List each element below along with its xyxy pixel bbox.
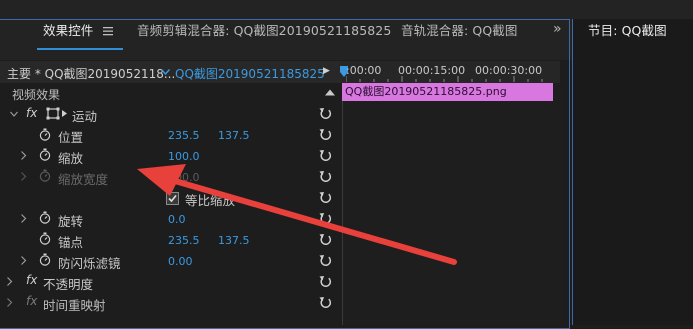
chevron-right-icon: [21, 172, 27, 181]
scale-width-value: 100.0: [168, 171, 200, 184]
reset-icon[interactable]: [319, 275, 332, 288]
tab-audio-clip-mixer[interactable]: 音频剪辑混合器: QQ截图20190521185825: [137, 20, 391, 39]
effect-timeline-area[interactable]: [342, 83, 561, 325]
effect-label-uniform-scale: 等比缩放: [185, 193, 236, 208]
ruler-ticks: [346, 76, 543, 82]
tab-audio-track-mixer[interactable]: 音轨混合器: QQ截图: [401, 20, 517, 39]
tab-program-monitor[interactable]: 节目: QQ截图: [588, 20, 667, 39]
effect-label-scale: 缩放: [58, 151, 84, 166]
position-x-value[interactable]: 235.5: [168, 129, 200, 142]
stopwatch-icon[interactable]: [39, 148, 51, 161]
chevron-down-icon[interactable]: [161, 69, 170, 75]
reset-icon[interactable]: [319, 212, 332, 225]
effect-label-position: 位置: [58, 130, 84, 145]
reset-icon[interactable]: [319, 254, 332, 267]
play-only-icon[interactable]: ▶: [323, 66, 330, 76]
collapse-up-icon[interactable]: [325, 89, 335, 96]
effect-label-opacity: 不透明度: [43, 277, 94, 292]
overflow-tabs-icon[interactable]: »: [553, 21, 562, 37]
effect-label-anti-flicker: 防闪烁滤镜: [58, 256, 121, 271]
reset-icon[interactable]: [319, 107, 332, 120]
hamburger-icon[interactable]: [103, 26, 113, 36]
active-tab-indicator: [37, 48, 123, 50]
video-effects-heading: 视频效果: [12, 88, 61, 102]
fx-badge[interactable]: fx: [26, 273, 37, 287]
stopwatch-icon[interactable]: [39, 253, 51, 266]
effect-label-anchor: 锚点: [58, 235, 84, 250]
panel-divider: [572, 19, 573, 325]
chevron-right-icon[interactable]: [20, 214, 27, 223]
stopwatch-icon[interactable]: [39, 232, 51, 245]
scale-value[interactable]: 100.0: [168, 150, 200, 163]
fx-badge[interactable]: fx: [26, 294, 37, 308]
stopwatch-icon[interactable]: [39, 128, 51, 141]
master-clip-label[interactable]: 主要 * QQ截图2019052118...: [7, 65, 175, 82]
effect-label-rotation: 旋转: [58, 214, 84, 229]
reset-icon[interactable]: [319, 191, 332, 204]
effect-label-time-remap: 时间重映射: [43, 298, 106, 313]
reset-icon[interactable]: [319, 296, 332, 309]
chevron-right-icon[interactable]: [6, 277, 13, 286]
position-y-value[interactable]: 137.5: [218, 129, 250, 142]
effect-label-scale-width: 缩放宽度: [58, 172, 109, 187]
chevron-expanded-icon[interactable]: [10, 110, 18, 118]
chevron-right-icon[interactable]: [20, 256, 27, 265]
sequence-clip-label[interactable]: QQ截图20190521185825: [175, 65, 325, 82]
reset-icon[interactable]: [319, 233, 332, 246]
timeline-clip[interactable]: QQ截图20190521185825.png: [342, 83, 553, 101]
reset-icon[interactable]: [319, 149, 332, 162]
stopwatch-icon: [39, 169, 51, 182]
anchor-x-value[interactable]: 235.5: [168, 234, 200, 247]
tab-effect-controls[interactable]: 效果控件: [43, 20, 93, 39]
transform-motion-icon[interactable]: [46, 107, 70, 120]
reset-icon[interactable]: [319, 170, 332, 183]
fx-badge[interactable]: fx: [26, 106, 37, 120]
reset-icon[interactable]: [319, 128, 332, 141]
effect-label-motion: 运动: [72, 109, 98, 124]
uniform-scale-checkbox[interactable]: [166, 192, 179, 205]
rotation-value[interactable]: 0.0: [168, 213, 186, 226]
anchor-y-value[interactable]: 137.5: [218, 234, 250, 247]
program-monitor-panel: [572, 19, 693, 325]
chevron-right-icon[interactable]: [20, 151, 27, 160]
chevron-right-icon[interactable]: [6, 298, 13, 307]
stopwatch-icon[interactable]: [39, 211, 51, 224]
anti-flicker-value[interactable]: 0.00: [168, 255, 193, 268]
